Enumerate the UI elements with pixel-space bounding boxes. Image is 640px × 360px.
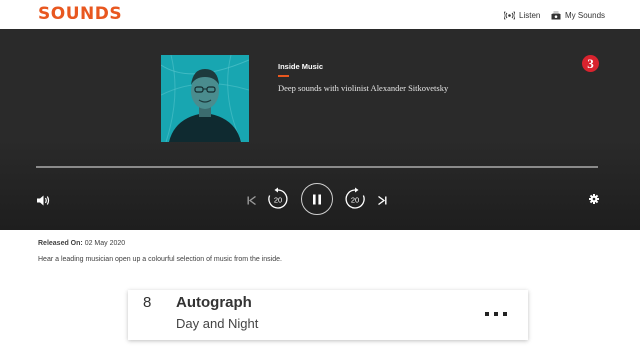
my-sounds-icon [551,11,561,19]
presenter-photo [161,55,249,142]
more-dot [503,312,507,316]
track-name: Day and Night [176,316,259,331]
gear-icon [589,194,599,204]
rewind-20-button[interactable]: 20 [266,187,290,211]
episode-artwork [161,55,249,142]
forward-20-icon: 20 [345,187,365,209]
rewind-20-icon: 20 [268,187,288,209]
volume-icon [36,195,49,205]
track-artist: Autograph [176,294,252,311]
nav-my-sounds[interactable]: My Sounds [551,8,605,22]
pause-button[interactable] [301,183,333,215]
broadcast-icon [504,10,515,20]
skip-next-icon [377,195,386,205]
episode-brand[interactable]: Inside Music [278,62,323,71]
skip-previous-icon [247,195,256,205]
settings-button[interactable] [587,192,601,206]
release-info: Released On: 02 May 2020 [38,240,125,247]
sounds-logo[interactable]: SOUNDS [38,4,122,24]
released-date: 02 May 2020 [84,240,126,247]
more-dot [494,312,498,316]
brand-underline [278,75,289,77]
volume-button[interactable] [36,193,50,207]
forward-20-button[interactable]: 20 [343,187,367,211]
progress-bar[interactable] [36,166,598,168]
pause-icon [313,194,321,204]
top-header: SOUNDS Listen My Sounds [0,0,640,29]
more-dot [485,312,489,316]
track-card[interactable]: 8 Autograph Day and Night [128,290,528,340]
next-button[interactable] [376,193,388,207]
previous-button[interactable] [245,193,257,207]
rewind-seconds: 20 [274,196,282,205]
episode-summary: Hear a leading musician open up a colour… [38,256,282,263]
released-label: Released On: [38,240,83,247]
nav-listen[interactable]: Listen [504,8,540,22]
radio3-badge[interactable]: 3 [582,55,599,72]
track-number: 8 [143,294,152,311]
nav-my-sounds-label: My Sounds [565,10,606,20]
more-options-button[interactable] [485,308,507,320]
episode-title: Deep sounds with violinist Alexander Sit… [278,83,449,93]
nav-listen-label: Listen [519,10,541,20]
player: Inside Music Deep sounds with violinist … [0,29,640,230]
forward-seconds: 20 [351,196,359,205]
